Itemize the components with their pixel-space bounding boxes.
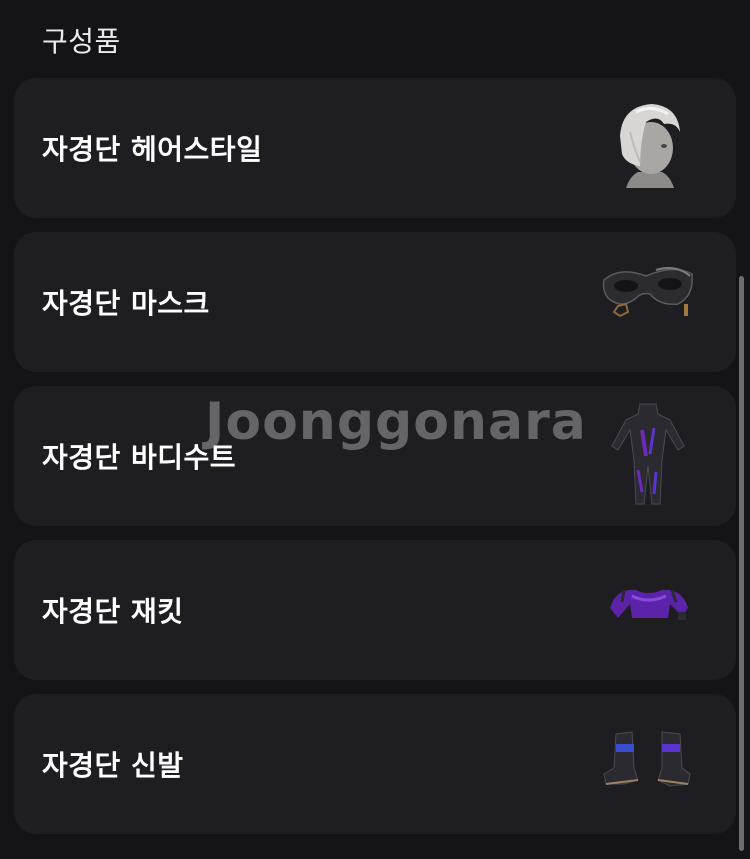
item-label: 자경단 재킷 — [42, 595, 184, 628]
bodysuit-icon — [596, 400, 700, 512]
hairstyle-icon — [596, 92, 700, 204]
item-label: 자경단 헤어스타일 — [42, 133, 263, 166]
item-label: 자경단 바디수트 — [42, 441, 237, 474]
list-item-jacket[interactable]: 자경단 재킷 — [14, 540, 736, 680]
mask-icon — [596, 246, 700, 358]
component-list: 자경단 헤어스타일 자경단 마스크 자경단 바디수트 자경단 재킷 자경단 신발 — [14, 78, 736, 848]
vertical-scrollbar[interactable] — [739, 276, 744, 851]
item-label: 자경단 신발 — [42, 749, 184, 782]
list-item-shoes[interactable]: 자경단 신발 — [14, 694, 736, 834]
list-item-bodysuit[interactable]: 자경단 바디수트 — [14, 386, 736, 526]
shoes-icon — [596, 708, 700, 820]
list-item-mask[interactable]: 자경단 마스크 — [14, 232, 736, 372]
components-page: 구성품 자경단 헤어스타일 자경단 마스크 자경단 바디수트 자경단 재킷 자경… — [0, 0, 750, 859]
list-item-hairstyle[interactable]: 자경단 헤어스타일 — [14, 78, 736, 218]
item-label: 자경단 마스크 — [42, 287, 210, 320]
section-title: 구성품 — [42, 25, 121, 58]
jacket-icon — [596, 554, 700, 666]
